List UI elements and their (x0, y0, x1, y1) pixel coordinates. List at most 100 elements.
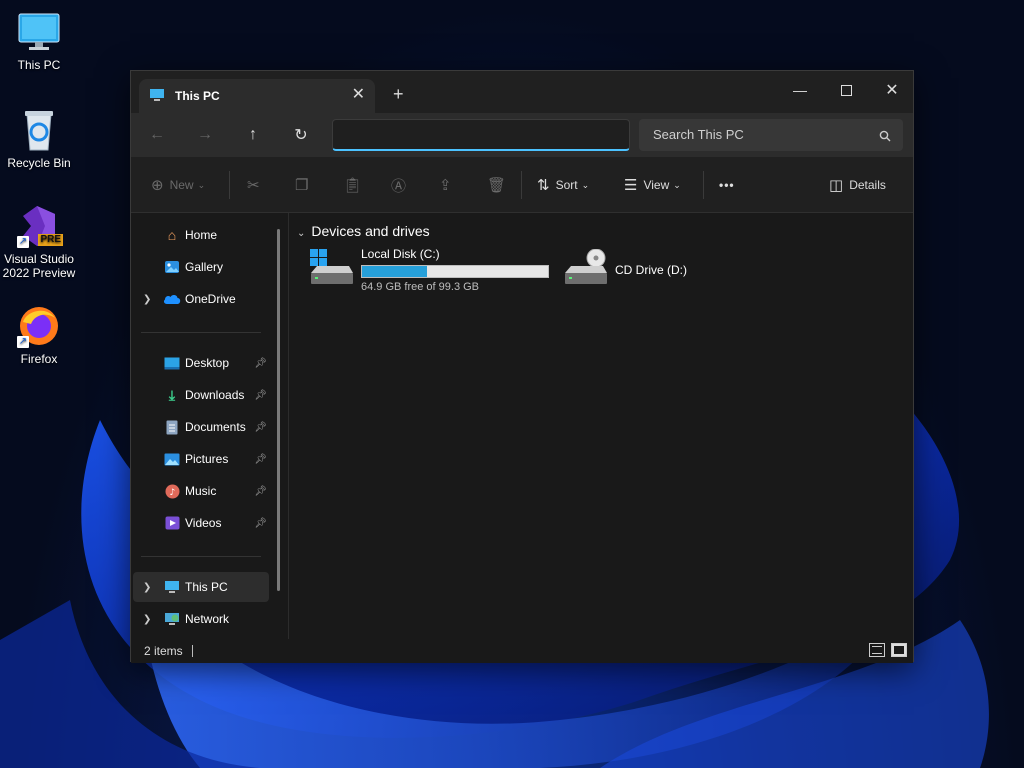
pin-icon[interactable]: 📌︎ (254, 454, 267, 465)
pre-badge: PRE (38, 234, 63, 246)
details-label: Details (849, 178, 886, 192)
sidebar-item-label: OneDrive (185, 292, 236, 306)
back-button[interactable]: ← (143, 123, 171, 147)
new-label: New (169, 178, 194, 192)
toolbar-divider (703, 171, 704, 199)
recycle-bin-icon (17, 108, 61, 152)
desktop-icon-label: Recycle Bin (7, 156, 71, 170)
sort-button[interactable]: ⇅ Sort ⌄ (537, 173, 589, 197)
status-bar: 2 items (131, 639, 913, 663)
sidebar-item-pictures[interactable]: Pictures 📌︎ (133, 444, 269, 474)
chevron-down-icon: ⌄ (673, 179, 681, 190)
sidebar-item-music[interactable]: ♪ Music 📌︎ (133, 476, 269, 506)
desktop-icon-visual-studio[interactable]: PRE ↗ Visual Studio 2022 Preview (0, 204, 78, 280)
sidebar-item-downloads[interactable]: ⤓ Downloads 📌︎ (133, 380, 269, 410)
tab-this-pc[interactable]: This PC ✕ (139, 79, 375, 113)
view-list-icon: ☰ (624, 177, 638, 194)
up-button[interactable]: ↑ (239, 123, 267, 147)
sidebar-item-documents[interactable]: Documents 📌︎ (133, 412, 269, 442)
sidebar-item-gallery[interactable]: Gallery (133, 252, 269, 282)
maximize-button[interactable] (823, 75, 869, 105)
title-bar: This PC ✕ + — ✕ (131, 71, 913, 113)
new-button[interactable]: ⊕ New ⌄ (151, 173, 205, 197)
item-count: 2 items (144, 644, 183, 658)
drive-usage-fill (362, 266, 428, 277)
paste-button[interactable]: 📋︎ (343, 173, 368, 197)
drive-usage-bar (361, 265, 549, 278)
address-bar-input[interactable] (332, 119, 630, 151)
sidebar-item-videos[interactable]: Videos 📌︎ (133, 508, 269, 538)
arrow-right-icon: → (197, 126, 213, 143)
file-explorer-window: This PC ✕ + — ✕ ← → ↑ ↻ Search This PC ⊕… (130, 70, 914, 663)
monitor-icon (149, 88, 165, 105)
search-input[interactable]: Search This PC (639, 119, 903, 151)
chevron-right-icon[interactable]: ❯ (143, 614, 151, 625)
home-icon: ⌂ (167, 227, 177, 243)
more-options-button[interactable]: ••• (719, 173, 735, 197)
desktop-icon-this-pc[interactable]: This PC (0, 10, 78, 72)
desktop-icon-recycle-bin[interactable]: Recycle Bin (0, 108, 78, 170)
music-icon: ♪ (163, 483, 181, 499)
rename-icon: Ⓐ (391, 177, 407, 195)
chevron-right-icon[interactable]: ❯ (143, 582, 151, 593)
sidebar-item-label: Videos (185, 516, 222, 530)
documents-icon (163, 419, 181, 435)
sidebar-item-onedrive[interactable]: ❯ OneDrive (133, 284, 269, 314)
rename-button[interactable]: Ⓐ (391, 173, 412, 197)
share-button[interactable]: ⇪ (439, 173, 458, 197)
sidebar-item-label: Downloads (185, 388, 245, 402)
navigation-pane-scrollbar[interactable] (277, 229, 280, 591)
minimize-button[interactable]: — (777, 75, 823, 105)
delete-button[interactable]: 🗑︎ (487, 173, 512, 197)
close-tab-icon[interactable]: ✕ (352, 87, 365, 103)
pin-icon[interactable]: 📌︎ (254, 486, 267, 497)
close-window-button[interactable]: ✕ (869, 75, 915, 105)
shortcut-arrow-icon: ↗ (17, 236, 29, 248)
sidebar-item-desktop[interactable]: Desktop 📌︎ (133, 348, 269, 378)
group-header-devices-and-drives[interactable]: ⌄ Devices and drives (297, 223, 430, 239)
drive-name: CD Drive (D:) (615, 263, 687, 277)
pictures-icon (163, 451, 181, 467)
monitor-icon (17, 10, 61, 54)
sidebar-divider (141, 332, 261, 333)
drive-free-space: 64.9 GB free of 99.3 GB (361, 281, 480, 293)
sidebar-item-label: Network (185, 612, 230, 626)
trash-icon: 🗑︎ (487, 177, 507, 194)
desktop-icon-label: 2022 Preview (2, 266, 76, 280)
navigation-pane: ⌂ Home Gallery ❯ OneDrive Desktop 📌︎ ⤓ D… (131, 213, 281, 639)
desktop-folder-icon (163, 355, 181, 371)
drive-item-c[interactable]: Local Disk (C:) 64.9 GB free of 99.3 GB (309, 247, 571, 299)
desktop-icon-label: Firefox (20, 352, 58, 366)
svg-text:♪: ♪ (169, 488, 175, 498)
chevron-right-icon[interactable]: ❯ (143, 294, 151, 305)
details-view-icon (872, 646, 882, 654)
pin-icon[interactable]: 📌︎ (254, 518, 267, 529)
sidebar-item-label: This PC (185, 580, 228, 594)
copy-button[interactable]: ❐ (295, 173, 314, 197)
sidebar-item-home[interactable]: ⌂ Home (133, 220, 269, 250)
status-divider (192, 645, 193, 657)
drive-item-d[interactable]: CD Drive (D:) (563, 248, 713, 299)
visual-studio-icon: PRE ↗ (17, 204, 63, 248)
pin-icon[interactable]: 📌︎ (254, 358, 267, 369)
search-placeholder: Search This PC (653, 127, 744, 142)
scissors-icon: ✂ (247, 177, 260, 194)
cd-drive-icon (563, 248, 609, 292)
view-button[interactable]: ☰ View ⌄ (624, 173, 681, 197)
sidebar-item-network[interactable]: ❯ Network (133, 604, 269, 634)
forward-button[interactable]: → (191, 123, 219, 147)
details-view-button[interactable] (869, 643, 885, 657)
sidebar-item-this-pc[interactable]: ❯ This PC (133, 572, 269, 602)
new-tab-button[interactable]: + (393, 85, 404, 103)
large-icons-view-button[interactable] (891, 643, 907, 657)
arrow-up-icon: ↑ (249, 126, 257, 143)
details-pane-button[interactable]: ◫ Details (829, 173, 886, 197)
desktop-icon-firefox[interactable]: ↗ Firefox (0, 304, 78, 366)
copy-icon: ❐ (295, 177, 309, 194)
refresh-icon: ↻ (294, 127, 308, 144)
firefox-icon: ↗ (17, 304, 61, 348)
cut-button[interactable]: ✂ (247, 173, 266, 197)
refresh-button[interactable]: ↻ (287, 123, 315, 147)
pin-icon[interactable]: 📌︎ (254, 422, 267, 433)
pin-icon[interactable]: 📌︎ (254, 390, 267, 401)
